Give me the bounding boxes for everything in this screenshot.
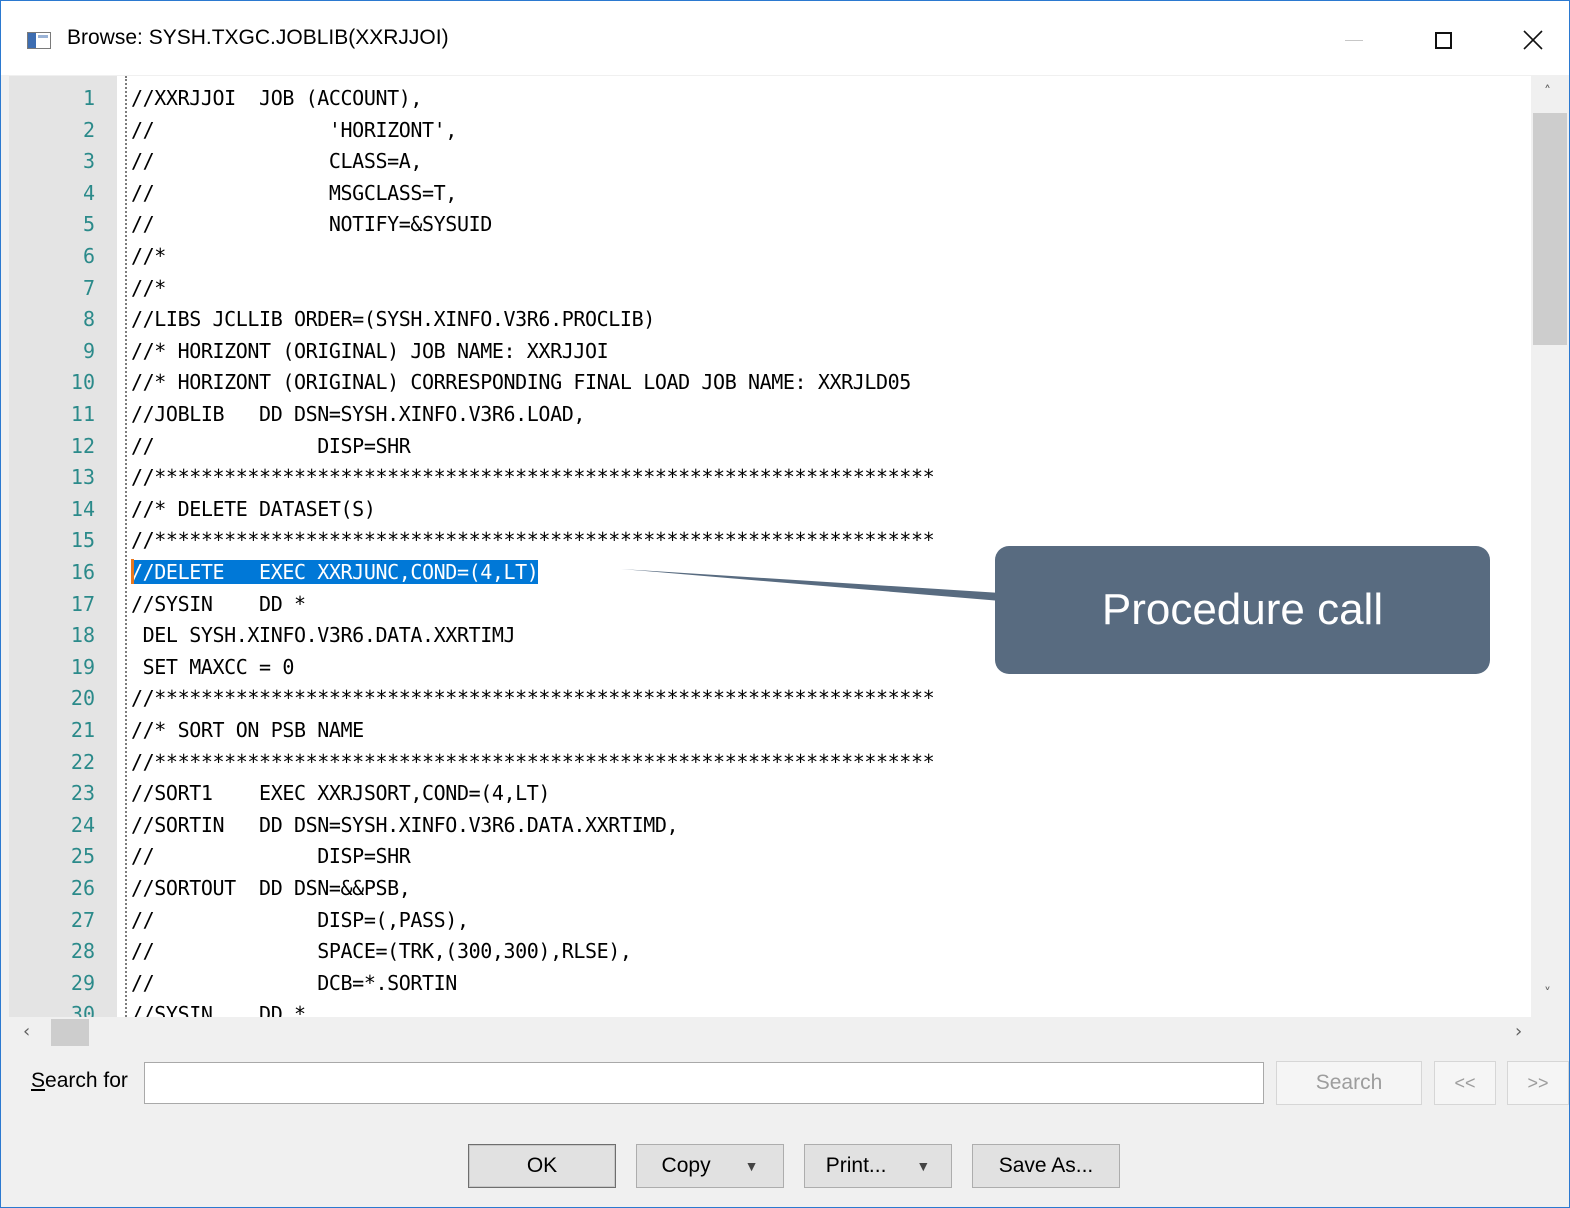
line-number: 18 bbox=[70, 623, 95, 648]
line-number: 29 bbox=[70, 970, 95, 995]
horizontal-scroll-thumb[interactable] bbox=[51, 1019, 89, 1046]
code-line[interactable]: // DCB=*.SORTIN bbox=[131, 968, 457, 1000]
code-line[interactable]: // DISP=(,PASS), bbox=[131, 905, 469, 937]
search-label: Search for bbox=[31, 1069, 128, 1092]
code-line[interactable]: //SYSIN DD * bbox=[131, 999, 306, 1017]
code-line[interactable]: // 'HORIZONT', bbox=[131, 115, 457, 147]
line-number: 4 bbox=[82, 180, 95, 205]
gutter-separator bbox=[125, 76, 127, 1017]
code-line[interactable]: //SORTIN DD DSN=SYSH.XINFO.V3R6.DATA.XXR… bbox=[131, 810, 679, 842]
window-title: Browse: SYSH.TXGC.JOBLIB(XXRJJOI) bbox=[67, 26, 449, 49]
maximize-icon bbox=[1434, 31, 1452, 49]
vertical-scroll-thumb[interactable] bbox=[1533, 113, 1567, 345]
scroll-up-icon[interactable]: ˄ bbox=[1544, 84, 1551, 100]
code-line[interactable]: //**************************************… bbox=[131, 747, 935, 779]
ok-button[interactable]: OK bbox=[468, 1144, 616, 1188]
callout-text: Procedure call bbox=[1101, 585, 1384, 634]
line-number: 19 bbox=[70, 654, 95, 679]
print-button[interactable]: Print... ▼ bbox=[804, 1144, 952, 1188]
line-number: 10 bbox=[70, 370, 95, 395]
scroll-right-icon[interactable]: › bbox=[1515, 1021, 1522, 1042]
code-line[interactable]: //* HORIZONT (ORIGINAL) CORRESPONDING FI… bbox=[131, 367, 911, 399]
code-line[interactable]: //SORTOUT DD DSN=&&PSB, bbox=[131, 873, 411, 905]
line-number: 9 bbox=[82, 338, 95, 363]
code-line[interactable]: //SYSIN DD * bbox=[131, 589, 306, 621]
copy-button-label: Copy bbox=[661, 1154, 711, 1177]
close-icon bbox=[1523, 30, 1543, 50]
line-number: 11 bbox=[70, 402, 95, 426]
code-line[interactable]: //* HORIZONT (ORIGINAL) JOB NAME: XXRJJO… bbox=[131, 336, 609, 368]
line-number: 17 bbox=[70, 591, 95, 616]
line-number: 7 bbox=[82, 275, 95, 300]
text-cursor bbox=[131, 559, 134, 584]
line-number: 1 bbox=[82, 86, 95, 110]
minimize-icon bbox=[1345, 39, 1363, 41]
line-number: 22 bbox=[70, 749, 95, 774]
line-number: 6 bbox=[82, 244, 95, 268]
callout-box: Procedure call bbox=[995, 546, 1490, 674]
search-prev-button[interactable]: << bbox=[1434, 1061, 1496, 1105]
scroll-left-icon[interactable]: ‹ bbox=[23, 1021, 30, 1042]
line-number: 3 bbox=[82, 149, 95, 174]
line-number: 15 bbox=[70, 528, 95, 553]
line-number: 28 bbox=[70, 939, 95, 964]
code-line[interactable]: //* SORT ON PSB NAME bbox=[131, 715, 364, 747]
search-input[interactable] bbox=[144, 1062, 1264, 1104]
line-number: 27 bbox=[70, 907, 95, 932]
horizontal-scrollbar[interactable]: ‹ › bbox=[9, 1017, 1569, 1049]
line-number: 8 bbox=[82, 307, 95, 332]
title-bar[interactable]: Browse: SYSH.TXGC.JOBLIB(XXRJJOI) bbox=[1, 1, 1569, 75]
scroll-down-icon[interactable]: ˅ bbox=[1544, 986, 1551, 1002]
code-line[interactable]: //* bbox=[131, 273, 166, 305]
vertical-scrollbar[interactable]: ˄ ˅ bbox=[1531, 76, 1569, 1017]
code-line[interactable]: //**************************************… bbox=[131, 683, 935, 715]
chevron-down-icon: ▼ bbox=[916, 1158, 931, 1174]
code-line[interactable]: // DISP=SHR bbox=[131, 431, 411, 463]
code-line[interactable]: // CLASS=A, bbox=[131, 146, 422, 178]
code-line[interactable]: // DISP=SHR bbox=[131, 841, 411, 873]
code-line[interactable]: // SPACE=(TRK,(300,300),RLSE), bbox=[131, 936, 632, 968]
code-line[interactable]: SET MAXCC = 0 bbox=[131, 652, 295, 684]
line-number: 21 bbox=[70, 718, 95, 742]
code-line[interactable]: //* bbox=[131, 241, 166, 273]
line-number: 5 bbox=[82, 212, 95, 237]
code-line[interactable]: //SORT1 EXEC XXRJSORT,COND=(4,LT) bbox=[131, 778, 550, 810]
window-app-icon bbox=[27, 32, 51, 49]
search-button[interactable]: Search bbox=[1276, 1061, 1422, 1105]
print-button-label: Print... bbox=[825, 1154, 887, 1177]
line-number: 25 bbox=[70, 844, 95, 869]
code-line[interactable]: //LIBS JCLLIB ORDER=(SYSH.XINFO.V3R6.PRO… bbox=[131, 304, 655, 336]
selected-text: //DELETE EXEC XXRJUNC,COND=(4,LT) bbox=[131, 560, 539, 584]
code-line[interactable]: //**************************************… bbox=[131, 525, 935, 557]
search-next-button[interactable]: >> bbox=[1507, 1061, 1569, 1105]
browse-window: Browse: SYSH.TXGC.JOBLIB(XXRJJOI) 1 //XXR… bbox=[0, 0, 1570, 1208]
code-line[interactable]: //**************************************… bbox=[131, 462, 935, 494]
line-number: 26 bbox=[70, 876, 95, 900]
maximize-button[interactable] bbox=[1413, 15, 1473, 65]
code-line[interactable]: // MSGCLASS=T, bbox=[131, 178, 457, 210]
line-number: 12 bbox=[70, 433, 95, 458]
line-number: 30 bbox=[70, 1002, 95, 1017]
chevron-down-icon: ▼ bbox=[744, 1158, 759, 1174]
code-line[interactable]: // NOTIFY=&SYSUID bbox=[131, 209, 492, 241]
line-number: 24 bbox=[70, 812, 95, 837]
code-line[interactable]: DEL SYSH.XINFO.V3R6.DATA.XXRTIMJ bbox=[131, 620, 516, 652]
close-button[interactable] bbox=[1503, 15, 1563, 65]
selected-code-line[interactable]: //DELETE EXEC XXRJUNC,COND=(4,LT) bbox=[131, 557, 539, 589]
code-line[interactable]: //JOBLIB DD DSN=SYSH.XINFO.V3R6.LOAD, bbox=[131, 399, 585, 431]
line-number: 13 bbox=[70, 465, 95, 490]
line-number: 20 bbox=[70, 686, 95, 711]
code-line[interactable]: //XXRJJOI JOB (ACCOUNT), bbox=[131, 83, 422, 115]
code-line[interactable]: //* DELETE DATASET(S) bbox=[131, 494, 376, 526]
minimize-button[interactable] bbox=[1324, 15, 1384, 65]
line-number: 14 bbox=[70, 496, 95, 521]
line-number: 2 bbox=[82, 117, 95, 142]
copy-button[interactable]: Copy ▼ bbox=[636, 1144, 784, 1188]
save-as-button[interactable]: Save As... bbox=[972, 1144, 1120, 1188]
line-number: 23 bbox=[70, 781, 95, 806]
line-number: 16 bbox=[70, 560, 95, 584]
